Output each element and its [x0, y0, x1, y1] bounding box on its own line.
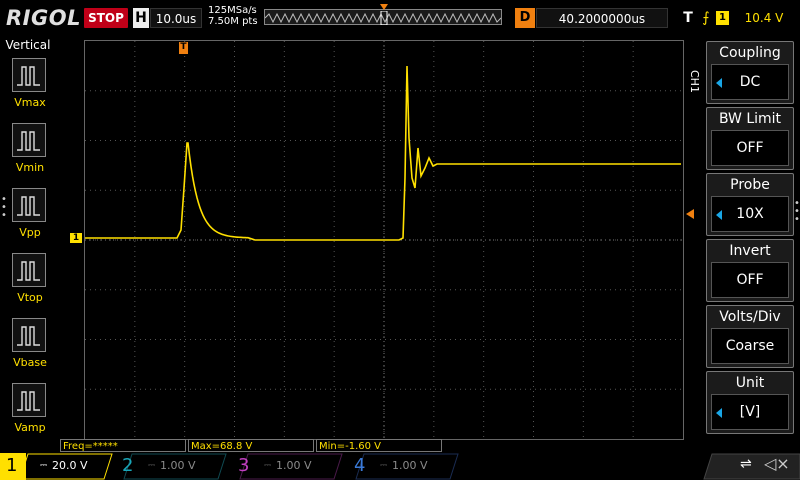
more-dots-icon: • • •	[1, 194, 7, 221]
trigger-position-icon	[380, 4, 388, 10]
menu-title: Invert	[729, 243, 771, 259]
channel-4-button[interactable]: 4	[354, 454, 365, 478]
pulse-icon	[17, 196, 40, 216]
menu-value-box[interactable]: Coarse	[711, 328, 789, 364]
vamp-icon[interactable]	[12, 383, 46, 417]
acquisition-info: 125MSa/s 7.50M pts	[208, 5, 258, 27]
menu-value-box[interactable]: 10X	[711, 196, 789, 232]
menu-value: DC	[739, 74, 761, 90]
channel-1-button[interactable]: 1	[6, 454, 17, 478]
menu-bw-limit[interactable]: BW Limit OFF	[706, 107, 794, 170]
measure-label-vamp: Vamp	[14, 421, 46, 434]
measure-label-vtop: Vtop	[17, 291, 43, 304]
usb-icon: ⇌	[740, 456, 752, 472]
more-dots-icon: • • •	[794, 198, 800, 225]
run-stop-indicator[interactable]: STOP	[84, 8, 128, 28]
graticule	[85, 41, 683, 439]
measure-menu: Vertical • • • Vmax Vmin Vpp Vtop Vbase Vamp	[0, 36, 56, 450]
ch1-trace	[85, 65, 681, 241]
channel-2-scale[interactable]: 1.00 V	[160, 456, 196, 476]
pulse-icon	[17, 391, 40, 411]
menu-title: Unit	[735, 375, 765, 391]
memory-waveform-icon	[264, 10, 502, 26]
memory-depth: 7.50M pts	[208, 16, 258, 27]
channel-4-scale[interactable]: 1.00 V	[392, 456, 428, 476]
menu-value: OFF	[736, 272, 764, 288]
menu-volts-div[interactable]: Volts/Div Coarse	[706, 305, 794, 368]
pulse-icon	[17, 261, 40, 281]
dc-coupling-icon: ⎓	[380, 461, 388, 471]
waveform-display[interactable]	[84, 40, 684, 440]
menu-value: Coarse	[725, 338, 775, 354]
vpp-icon[interactable]	[12, 188, 46, 222]
min-readout: Min=-1.60 V	[316, 439, 442, 452]
pulse-icon	[17, 131, 40, 151]
measure-menu-title: Vertical	[5, 38, 51, 52]
speaker-mute-icon[interactable]: ◁×	[764, 454, 790, 473]
menu-probe[interactable]: Probe 10X	[706, 173, 794, 236]
brand-logo: RIGOL	[6, 6, 81, 30]
freq-readout: Freq=*****	[60, 439, 186, 452]
menu-value-box[interactable]: DC	[711, 64, 789, 100]
ch1-ground-marker[interactable]: 1	[70, 233, 82, 243]
trigger-level-marker[interactable]	[686, 209, 694, 219]
menu-title: Probe	[730, 177, 770, 193]
menu-value: 10X	[736, 206, 764, 222]
dc-coupling-icon: ⎓	[264, 461, 272, 471]
trigger-level[interactable]: 10.4 V	[734, 8, 794, 28]
measure-label-vmin: Vmin	[15, 161, 45, 174]
channel-1-scale[interactable]: 20.0 V	[52, 456, 88, 476]
vtop-icon[interactable]	[12, 253, 46, 287]
pulse-icon	[17, 66, 40, 86]
trigger-time-marker: T	[179, 42, 188, 54]
timebase-label: H	[133, 8, 149, 28]
menu-value: OFF	[736, 140, 764, 156]
channel-3-scale[interactable]: 1.00 V	[276, 456, 312, 476]
vmax-icon[interactable]	[12, 58, 46, 92]
dc-coupling-icon: ⎓	[148, 461, 156, 471]
measure-label-vbase: Vbase	[13, 356, 47, 369]
channel-tag: CH1	[688, 70, 701, 93]
menu-title: Coupling	[719, 45, 781, 61]
sample-rate: 125MSa/s	[208, 5, 257, 16]
menu-invert[interactable]: Invert OFF	[706, 239, 794, 302]
rising-edge-icon: ⨍	[702, 10, 710, 26]
max-readout: Max=68.8 V	[188, 439, 314, 452]
trigger-label: T	[683, 10, 693, 26]
delay-label: D	[515, 8, 535, 28]
menu-title: BW Limit	[718, 111, 782, 127]
measure-label-vmax: Vmax	[14, 96, 46, 109]
vbase-icon[interactable]	[12, 318, 46, 352]
channel-3-button[interactable]: 3	[238, 454, 249, 478]
channel-2-button[interactable]: 2	[122, 454, 133, 478]
menu-title: Volts/Div	[719, 309, 781, 325]
vmin-icon[interactable]	[12, 123, 46, 157]
measure-label-vpp: Vpp	[19, 226, 41, 239]
memory-overview-strip[interactable]	[264, 9, 502, 26]
menu-value-box[interactable]: OFF	[711, 130, 789, 166]
menu-unit[interactable]: Unit [V]	[706, 371, 794, 434]
menu-coupling[interactable]: Coupling DC	[706, 41, 794, 104]
menu-value: [V]	[739, 404, 761, 420]
pulse-icon	[17, 326, 40, 346]
menu-value-box[interactable]: [V]	[711, 394, 789, 430]
delay-value[interactable]: 40.2000000us	[536, 8, 668, 28]
timebase-value[interactable]: 10.0us	[150, 8, 202, 28]
dc-coupling-icon: ⎓	[40, 461, 48, 471]
menu-value-box[interactable]: OFF	[711, 262, 789, 298]
trigger-source: 1	[716, 11, 729, 25]
